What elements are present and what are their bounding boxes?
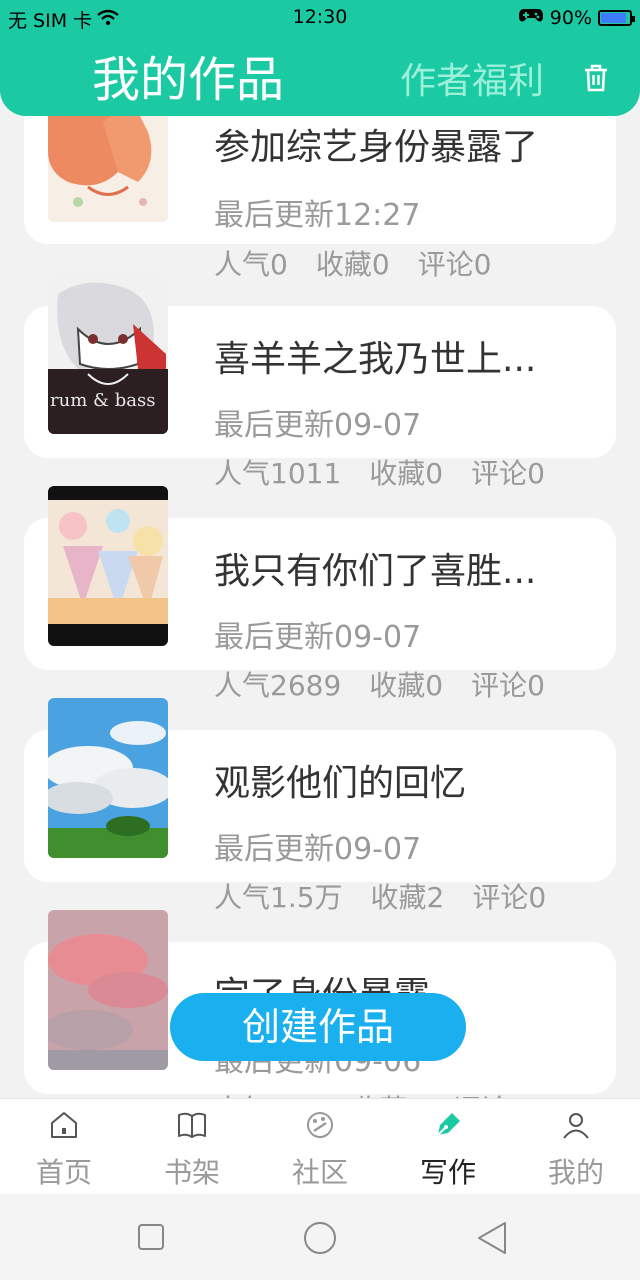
back-icon[interactable] xyxy=(477,1221,507,1259)
user-icon xyxy=(560,1109,592,1145)
comments-count: 评论0 xyxy=(472,881,547,914)
home-icon xyxy=(48,1109,80,1145)
system-nav-bar xyxy=(0,1194,640,1280)
favorites-count: 收藏3 xyxy=(351,1088,425,1098)
book-icon xyxy=(176,1109,208,1145)
tab-community[interactable]: 社区 xyxy=(256,1099,384,1195)
tab-label: 写作 xyxy=(419,1156,476,1189)
create-work-button[interactable]: 创建作品 xyxy=(170,993,466,1061)
work-cover-image[interactable]: rum & bass xyxy=(48,274,168,434)
work-title: 我只有你们了喜胜... xyxy=(214,551,537,592)
comments-count: 评论0 xyxy=(453,1088,527,1098)
recents-icon[interactable] xyxy=(138,1224,164,1254)
tab-writing[interactable]: 写作 xyxy=(384,1099,512,1195)
popularity-count: 人气2689 xyxy=(214,669,342,702)
work-updated: 最后更新09-07 xyxy=(214,832,422,867)
work-stats: 人气1011 收藏0 评论0 xyxy=(214,452,545,492)
app-bar: 我的作品 作者福利 xyxy=(0,34,640,116)
work-cover-image[interactable] xyxy=(48,698,168,858)
pen-icon xyxy=(432,1109,464,1145)
tab-bookshelf[interactable]: 书架 xyxy=(128,1099,256,1195)
status-bar: 无 SIM 卡 12:30 90% xyxy=(0,0,640,34)
work-updated: 最后更新09-07 xyxy=(214,408,422,443)
work-stats: 人气0 收藏0 评论0 xyxy=(214,243,491,283)
work-stats: 人气1.5万 收藏2 评论0 xyxy=(214,876,546,916)
battery-icon xyxy=(598,9,635,26)
author-welfare-link[interactable]: 作者福利 xyxy=(400,52,544,104)
comments-count: 评论0 xyxy=(471,457,545,490)
work-updated: 最后更新12:27 xyxy=(214,198,421,233)
tab-me[interactable]: 我的 xyxy=(512,1099,640,1195)
popularity-count: 人气0 xyxy=(214,248,288,281)
work-stats: 人气2689 收藏0 评论0 xyxy=(214,664,545,704)
comments-count: 评论0 xyxy=(471,669,545,702)
work-title: 喜羊羊之我乃世上... xyxy=(214,339,537,380)
battery-text: 90% xyxy=(549,6,592,29)
work-cover-image[interactable] xyxy=(48,486,168,646)
home-circle-icon[interactable] xyxy=(303,1221,337,1259)
work-title: 参加综艺身份暴露了 xyxy=(214,127,539,168)
page-title: 我的作品 xyxy=(92,52,285,108)
work-title: 观影他们的回忆 xyxy=(214,763,467,804)
work-stats: 人气815 收藏3 评论0 xyxy=(214,1088,527,1098)
tab-home[interactable]: 首页 xyxy=(0,1099,128,1195)
cover-lettering: rum & bass xyxy=(50,390,155,411)
palette-icon xyxy=(304,1109,336,1145)
comments-count: 评论0 xyxy=(417,248,492,281)
works-list[interactable]: 参加综艺身份暴露了 最后更新12:27 人气0 收藏0 评论0 rum & ba… xyxy=(0,100,640,1098)
work-cover-image[interactable] xyxy=(48,910,168,1070)
popularity-count: 人气1011 xyxy=(214,457,342,490)
popularity-count: 人气1.5万 xyxy=(214,881,343,914)
popularity-count: 人气815 xyxy=(214,1088,323,1098)
work-cover-image[interactable] xyxy=(48,100,168,222)
battery-fill xyxy=(601,12,627,23)
gamepad-icon xyxy=(518,6,544,29)
favorites-count: 收藏0 xyxy=(369,669,444,702)
status-right: 90% xyxy=(518,6,635,29)
favorites-count: 收藏2 xyxy=(370,881,445,914)
bottom-tab-bar: 首页 书架 社区 写作 我的 xyxy=(0,1098,640,1195)
trash-icon[interactable] xyxy=(580,62,612,94)
work-updated: 最后更新09-07 xyxy=(214,620,422,655)
favorites-count: 收藏0 xyxy=(315,248,390,281)
tab-label: 书架 xyxy=(163,1156,220,1189)
tab-label: 我的 xyxy=(547,1156,604,1189)
tab-label: 首页 xyxy=(35,1156,92,1189)
tab-label: 社区 xyxy=(291,1156,348,1189)
favorites-count: 收藏0 xyxy=(369,457,444,490)
